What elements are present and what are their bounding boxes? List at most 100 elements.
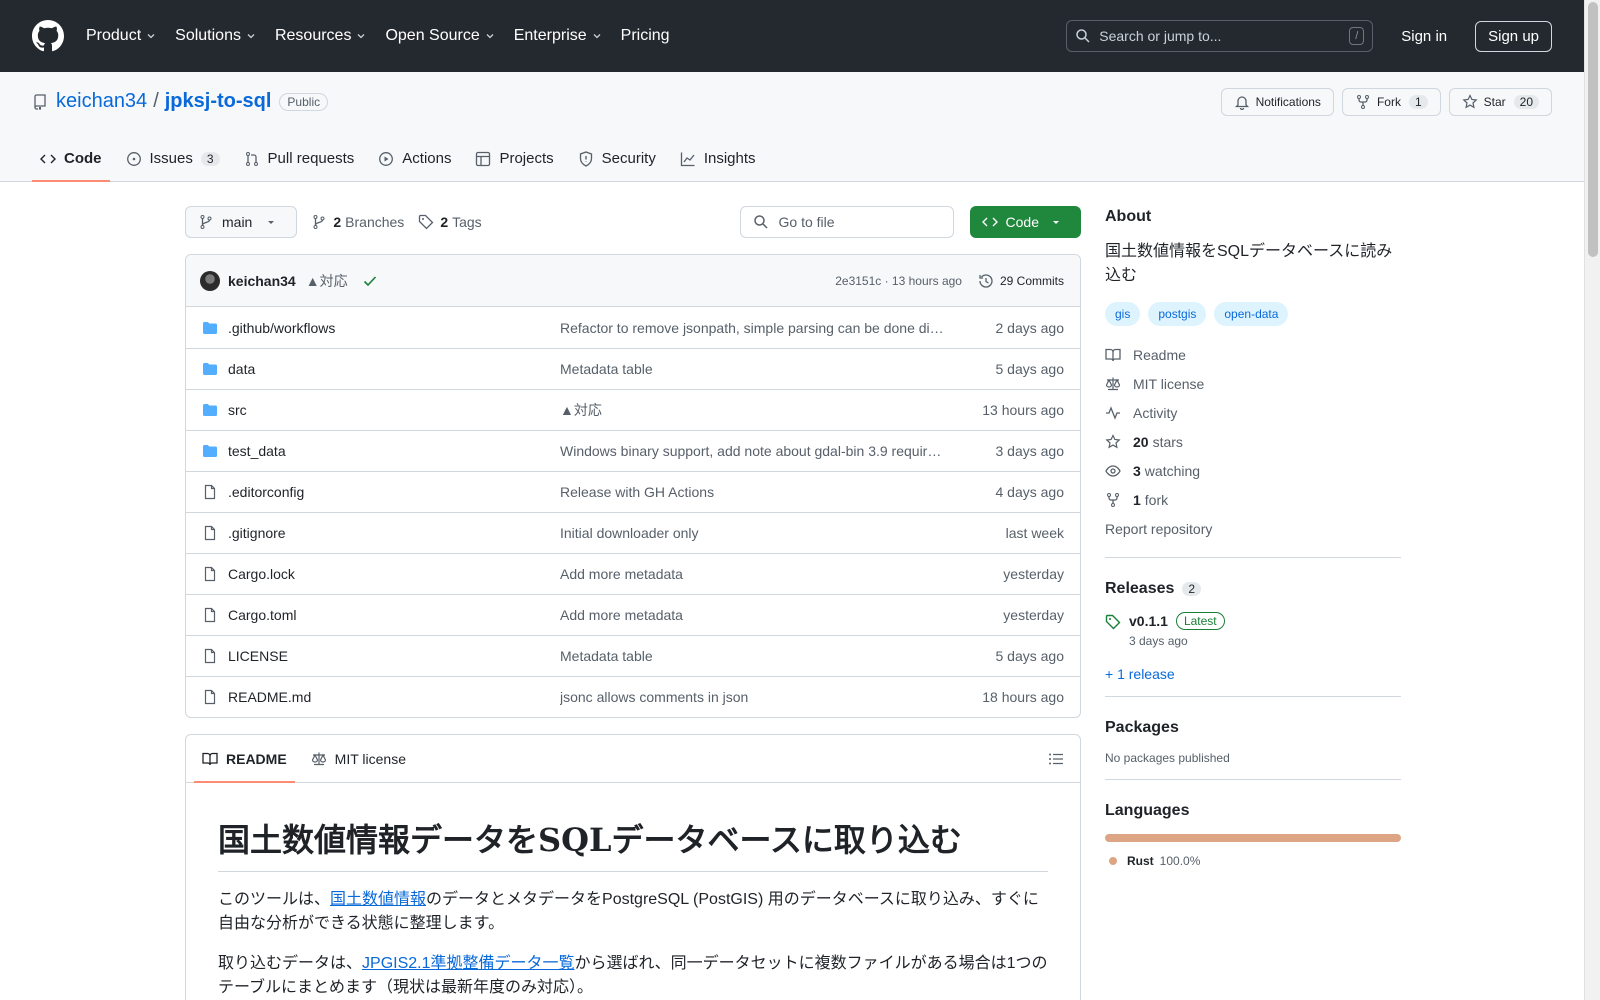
- tab-security[interactable]: Security: [570, 150, 664, 181]
- sign-in-link[interactable]: Sign in: [1401, 28, 1447, 45]
- nav-solutions[interactable]: Solutions: [175, 23, 257, 49]
- releases-heading[interactable]: Releases 2: [1105, 580, 1401, 598]
- languages-heading: Languages: [1105, 802, 1190, 819]
- file-commit-message[interactable]: Windows binary support, add note about g…: [560, 443, 948, 459]
- file-row[interactable]: .gitignore Initial downloader only last we…: [186, 512, 1080, 553]
- tab-projects[interactable]: Projects: [467, 150, 561, 181]
- branches-link[interactable]: 2 Branches: [311, 214, 404, 230]
- file-name-link[interactable]: data: [228, 361, 560, 377]
- commit-hash-time[interactable]: 2e3151c · 13 hours ago: [835, 274, 962, 288]
- file-name-link[interactable]: README.md: [228, 689, 560, 705]
- file-name-link[interactable]: src: [228, 402, 560, 418]
- outline-button[interactable]: [1048, 735, 1072, 782]
- file-name-link[interactable]: .gitignore: [228, 525, 560, 541]
- file-row[interactable]: LICENSE Metadata table 5 days ago: [186, 635, 1080, 676]
- repo-name-link[interactable]: jpksj-to-sql: [165, 90, 272, 113]
- page-scrollbar[interactable]: [1584, 0, 1600, 1000]
- commits-history-link[interactable]: 29 Commits: [978, 273, 1064, 289]
- file-row[interactable]: src ▲対応 13 hours ago: [186, 389, 1080, 430]
- go-to-file-input[interactable]: Go to file: [739, 206, 954, 238]
- tab-insights[interactable]: Insights: [672, 150, 764, 181]
- nav-resources[interactable]: Resources: [275, 23, 367, 49]
- fork-icon: [1107, 492, 1119, 507]
- file-commit-message[interactable]: Initial downloader only: [560, 525, 948, 541]
- file-name-link[interactable]: .github/workflows: [228, 320, 560, 336]
- file-commit-message[interactable]: ▲対応: [560, 400, 948, 420]
- topic-tag[interactable]: postgis: [1148, 302, 1207, 326]
- tab-pull-requests[interactable]: Pull requests: [236, 150, 363, 181]
- file-commit-message[interactable]: Release with GH Actions: [560, 484, 948, 500]
- file-icon: [204, 525, 216, 541]
- file-name-link[interactable]: test_data: [228, 443, 560, 459]
- release-title-row: v0.1.1 Latest: [1129, 612, 1225, 630]
- github-logo-icon[interactable]: [32, 20, 64, 52]
- branch-selector[interactable]: main: [185, 206, 298, 238]
- check-icon[interactable]: [362, 273, 378, 289]
- file-name-link[interactable]: LICENSE: [228, 648, 560, 664]
- packages-heading[interactable]: Packages: [1105, 719, 1401, 737]
- stars-link[interactable]: 20 stars: [1105, 427, 1401, 456]
- commit-author-link[interactable]: keichan34: [228, 273, 296, 289]
- avatar[interactable]: [200, 270, 220, 291]
- license-link[interactable]: MIT license: [1105, 369, 1401, 398]
- tags-link[interactable]: 2 Tags: [418, 214, 482, 230]
- watchers-link[interactable]: 3 watching: [1105, 456, 1401, 485]
- activity-link[interactable]: Activity: [1105, 398, 1401, 427]
- file-commit-date: 5 days ago: [995, 361, 1065, 377]
- language-color-dot: [1109, 857, 1117, 865]
- jpgis-link[interactable]: JPGIS2.1準拠整備データ一覧: [362, 955, 574, 972]
- folder-icon: [203, 404, 217, 416]
- bell-icon: [1234, 96, 1249, 110]
- nav-enterprise[interactable]: Enterprise: [514, 23, 603, 49]
- readme-paragraph: このツールは、国土数値情報のデータとメタデータをPostgreSQL (Post…: [218, 891, 1039, 932]
- file-row[interactable]: Cargo.toml Add more metadata yesterday: [186, 594, 1080, 635]
- latest-release[interactable]: v0.1.1 Latest 3 days ago: [1105, 612, 1401, 648]
- file-commit-message[interactable]: Metadata table: [560, 361, 948, 377]
- play-circle-icon: [379, 151, 394, 166]
- tab-issues[interactable]: Issues 3: [118, 150, 228, 181]
- file-row[interactable]: Cargo.lock Add more metadata yesterday: [186, 553, 1080, 594]
- file-icon: [204, 566, 216, 582]
- about-heading: About: [1105, 208, 1152, 225]
- file-name-link[interactable]: .editorconfig: [228, 484, 560, 500]
- file-commit-message[interactable]: jsonc allows comments in json: [560, 689, 948, 705]
- star-button[interactable]: Star 20: [1448, 88, 1552, 116]
- file-commit-message[interactable]: Add more metadata: [560, 607, 948, 623]
- tab-license[interactable]: MIT license: [303, 735, 414, 782]
- readme-link[interactable]: Readme: [1105, 340, 1401, 369]
- commit-message-link[interactable]: ▲対応: [306, 271, 348, 291]
- file-row[interactable]: .github/workflows Refactor to remove json…: [186, 307, 1080, 348]
- tab-readme[interactable]: README: [194, 735, 295, 783]
- file-commit-date: 4 days ago: [995, 484, 1065, 500]
- topic-tag[interactable]: gis: [1105, 302, 1141, 326]
- file-name-link[interactable]: Cargo.toml: [228, 607, 560, 623]
- scrollbar-thumb[interactable]: [1588, 2, 1598, 257]
- nav-open-source[interactable]: Open Source: [385, 23, 495, 49]
- nav-pricing[interactable]: Pricing: [621, 23, 670, 49]
- global-search-input[interactable]: Search or jump to... /: [1066, 20, 1374, 52]
- repo-owner-link[interactable]: keichan34: [56, 90, 147, 113]
- language-item[interactable]: Rust 100.0%: [1105, 854, 1401, 868]
- file-row[interactable]: .editorconfig Release with GH Actions 4 da…: [186, 471, 1080, 512]
- topic-tag[interactable]: open-data: [1214, 302, 1289, 326]
- notifications-button[interactable]: Notifications: [1220, 88, 1334, 116]
- more-releases-link[interactable]: + 1 release: [1105, 666, 1175, 682]
- file-row[interactable]: README.md jsonc allows comments in json 18…: [186, 676, 1080, 717]
- fork-button[interactable]: Fork 1: [1341, 88, 1441, 116]
- tab-code[interactable]: Code: [32, 150, 110, 182]
- topics-list: gis postgis open-data: [1105, 302, 1401, 326]
- file-row[interactable]: data Metadata table 5 days ago: [186, 348, 1080, 389]
- file-name-link[interactable]: Cargo.lock: [228, 566, 560, 582]
- ksj-link[interactable]: 国土数値情報: [330, 891, 426, 908]
- nav-product[interactable]: Product: [86, 23, 157, 49]
- tab-actions[interactable]: Actions: [370, 150, 459, 181]
- code-dropdown-button[interactable]: Code: [969, 206, 1081, 238]
- file-commit-message[interactable]: Refactor to remove jsonpath, simple pars…: [560, 320, 948, 336]
- file-row[interactable]: test_data Windows binary support, add not…: [186, 430, 1080, 471]
- issue-icon: [126, 151, 141, 166]
- report-repository-link[interactable]: Report repository: [1105, 514, 1401, 543]
- file-commit-message[interactable]: Metadata table: [560, 648, 948, 664]
- file-commit-message[interactable]: Add more metadata: [560, 566, 948, 582]
- forks-link[interactable]: 1 fork: [1105, 485, 1401, 514]
- sign-up-button[interactable]: Sign up: [1475, 20, 1552, 52]
